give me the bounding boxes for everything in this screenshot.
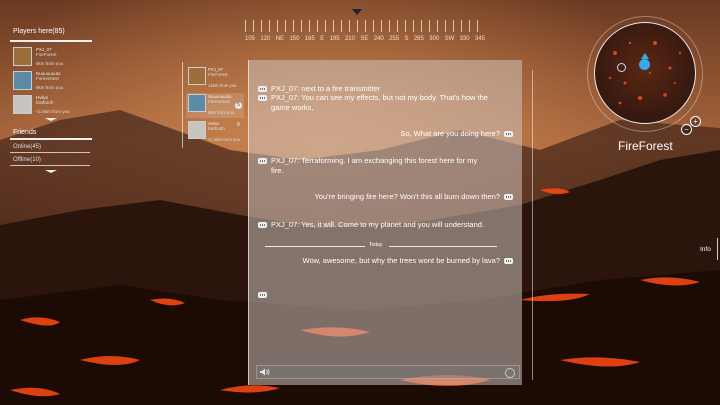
compass-label: S — [404, 36, 409, 42]
player-status: EatEarth — [36, 100, 54, 105]
compass-label: 165 — [304, 36, 315, 42]
compass-label: 330 — [459, 36, 470, 42]
compass-label: 240 — [373, 36, 384, 42]
divider — [10, 138, 92, 140]
chat-bubble-icon — [504, 194, 513, 200]
avatar — [188, 67, 206, 85]
compass-labels: 105 120 NE 150 165 E 195 210 SE 240 255 … — [245, 36, 485, 42]
frame-line — [717, 238, 718, 260]
unread-badge: 5 — [235, 102, 242, 109]
chat-message: Wow, awesome, but why the trees wont be … — [302, 256, 500, 265]
location-name: FireForest — [618, 139, 673, 153]
chevron-down-icon[interactable] — [45, 118, 57, 121]
players-title: Players here(85) — [13, 28, 65, 35]
avatar — [13, 71, 32, 90]
compass-ticks — [245, 20, 485, 32]
chevron-down-icon[interactable] — [45, 170, 57, 173]
compass-label: 300 — [429, 36, 440, 42]
avatar — [13, 47, 32, 66]
player-status: Forevertest — [36, 76, 59, 81]
compass-label: 345 — [474, 36, 485, 42]
chat-message: PXJ_07: Yes, it will. Come to my planet … — [271, 220, 485, 229]
contact-status: Forevertest — [208, 99, 230, 104]
player-status: FireForest — [36, 52, 57, 57]
date-separator-label: Today — [369, 242, 383, 248]
chat-bubble-icon — [258, 95, 267, 101]
divider — [389, 246, 497, 247]
compass-label: 195 — [329, 36, 340, 42]
compass-label: 285 — [413, 36, 424, 42]
contact-distance: <1.5km from you — [208, 137, 241, 142]
speaker-icon[interactable] — [260, 368, 270, 376]
unread-badge: 8 — [237, 122, 240, 128]
chat-message: PXJ_07: Terraforming. I am exchanging th… — [271, 156, 478, 175]
conversation-item[interactable]: Hvilys EatEarth <1.5km from you 8 — [186, 120, 244, 145]
compass-label: 210 — [344, 36, 355, 42]
map-marker-icon — [617, 63, 626, 72]
divider — [10, 40, 92, 42]
typing-bubble-icon — [258, 292, 267, 298]
conversation-item[interactable]: Nuuuuuuuto Forevertest 6km from you 5 — [186, 93, 244, 118]
info-button[interactable]: Info — [700, 246, 711, 253]
friends-online-tab[interactable]: Online(45) — [13, 144, 92, 150]
date-separator: Today — [265, 242, 497, 250]
player-distance: 6km from you — [36, 85, 64, 90]
chat-message: You're bringing fire here? Won't this al… — [314, 192, 500, 201]
chat-bubble-icon — [504, 131, 513, 137]
zoom-out-button[interactable]: − — [681, 124, 692, 135]
minimap[interactable] — [594, 22, 696, 124]
friends-title: Friends — [13, 129, 37, 136]
divider — [10, 152, 90, 153]
frame-line — [532, 70, 533, 380]
chat-bubble-icon — [258, 222, 267, 228]
minimap-lava-pattern — [608, 41, 682, 105]
avatar — [188, 94, 206, 112]
conversation-list: PXJ_07 FireForest 12km from you Nuuuuuuu… — [186, 66, 244, 147]
compass-label: E — [320, 36, 325, 42]
chat-panel: PXJ_07: next to a fire transmitter PXJ_0… — [248, 60, 522, 385]
compass-label: SW — [444, 36, 455, 42]
player-item[interactable]: Nuuuuuuuto Forevertest 6km from you — [10, 70, 92, 93]
send-icon[interactable] — [505, 368, 515, 378]
contact-status: FireForest — [208, 72, 228, 77]
players-panel: Players here(85) PXJ_07 FireForest 5km f… — [10, 28, 92, 173]
player-item[interactable]: Hvilys EatEarth <1.5km from you — [10, 94, 92, 117]
player-distance: 5km from you — [36, 61, 64, 66]
frame-line — [182, 62, 183, 148]
compass-bar: 105 120 NE 150 165 E 195 210 SE 240 255 … — [245, 8, 485, 46]
compass-label: 120 — [260, 36, 271, 42]
compass-label: 105 — [245, 36, 256, 42]
chat-message: So, What are you doing here? — [400, 129, 500, 138]
compass-label: 255 — [389, 36, 400, 42]
compass-label: NE — [275, 36, 285, 42]
player-location-icon — [639, 53, 650, 70]
chat-bubble-icon — [258, 158, 267, 164]
chat-message: PXJ_07: You can see my effects, but not … — [271, 93, 488, 112]
contact-distance: 6km from you — [208, 110, 235, 115]
contact-status: EatEarth — [208, 126, 225, 131]
divider — [265, 246, 365, 247]
player-distance: <1.5km from you — [36, 109, 70, 114]
chat-bubble-icon — [258, 86, 267, 92]
compass-label: 150 — [289, 36, 300, 42]
player-item[interactable]: PXJ_07 FireForest 5km from you — [10, 46, 92, 69]
divider — [10, 165, 90, 166]
avatar — [188, 121, 206, 139]
compass-label: SE — [360, 36, 369, 42]
chat-bubble-icon — [504, 258, 513, 264]
conversation-item[interactable]: PXJ_07 FireForest 12km from you — [186, 66, 244, 91]
chat-input[interactable] — [256, 365, 520, 379]
friends-offline-tab[interactable]: Offline(10) — [13, 157, 92, 163]
zoom-in-button[interactable]: + — [690, 116, 701, 127]
contact-distance: 12km from you — [208, 83, 237, 88]
avatar — [13, 95, 32, 114]
